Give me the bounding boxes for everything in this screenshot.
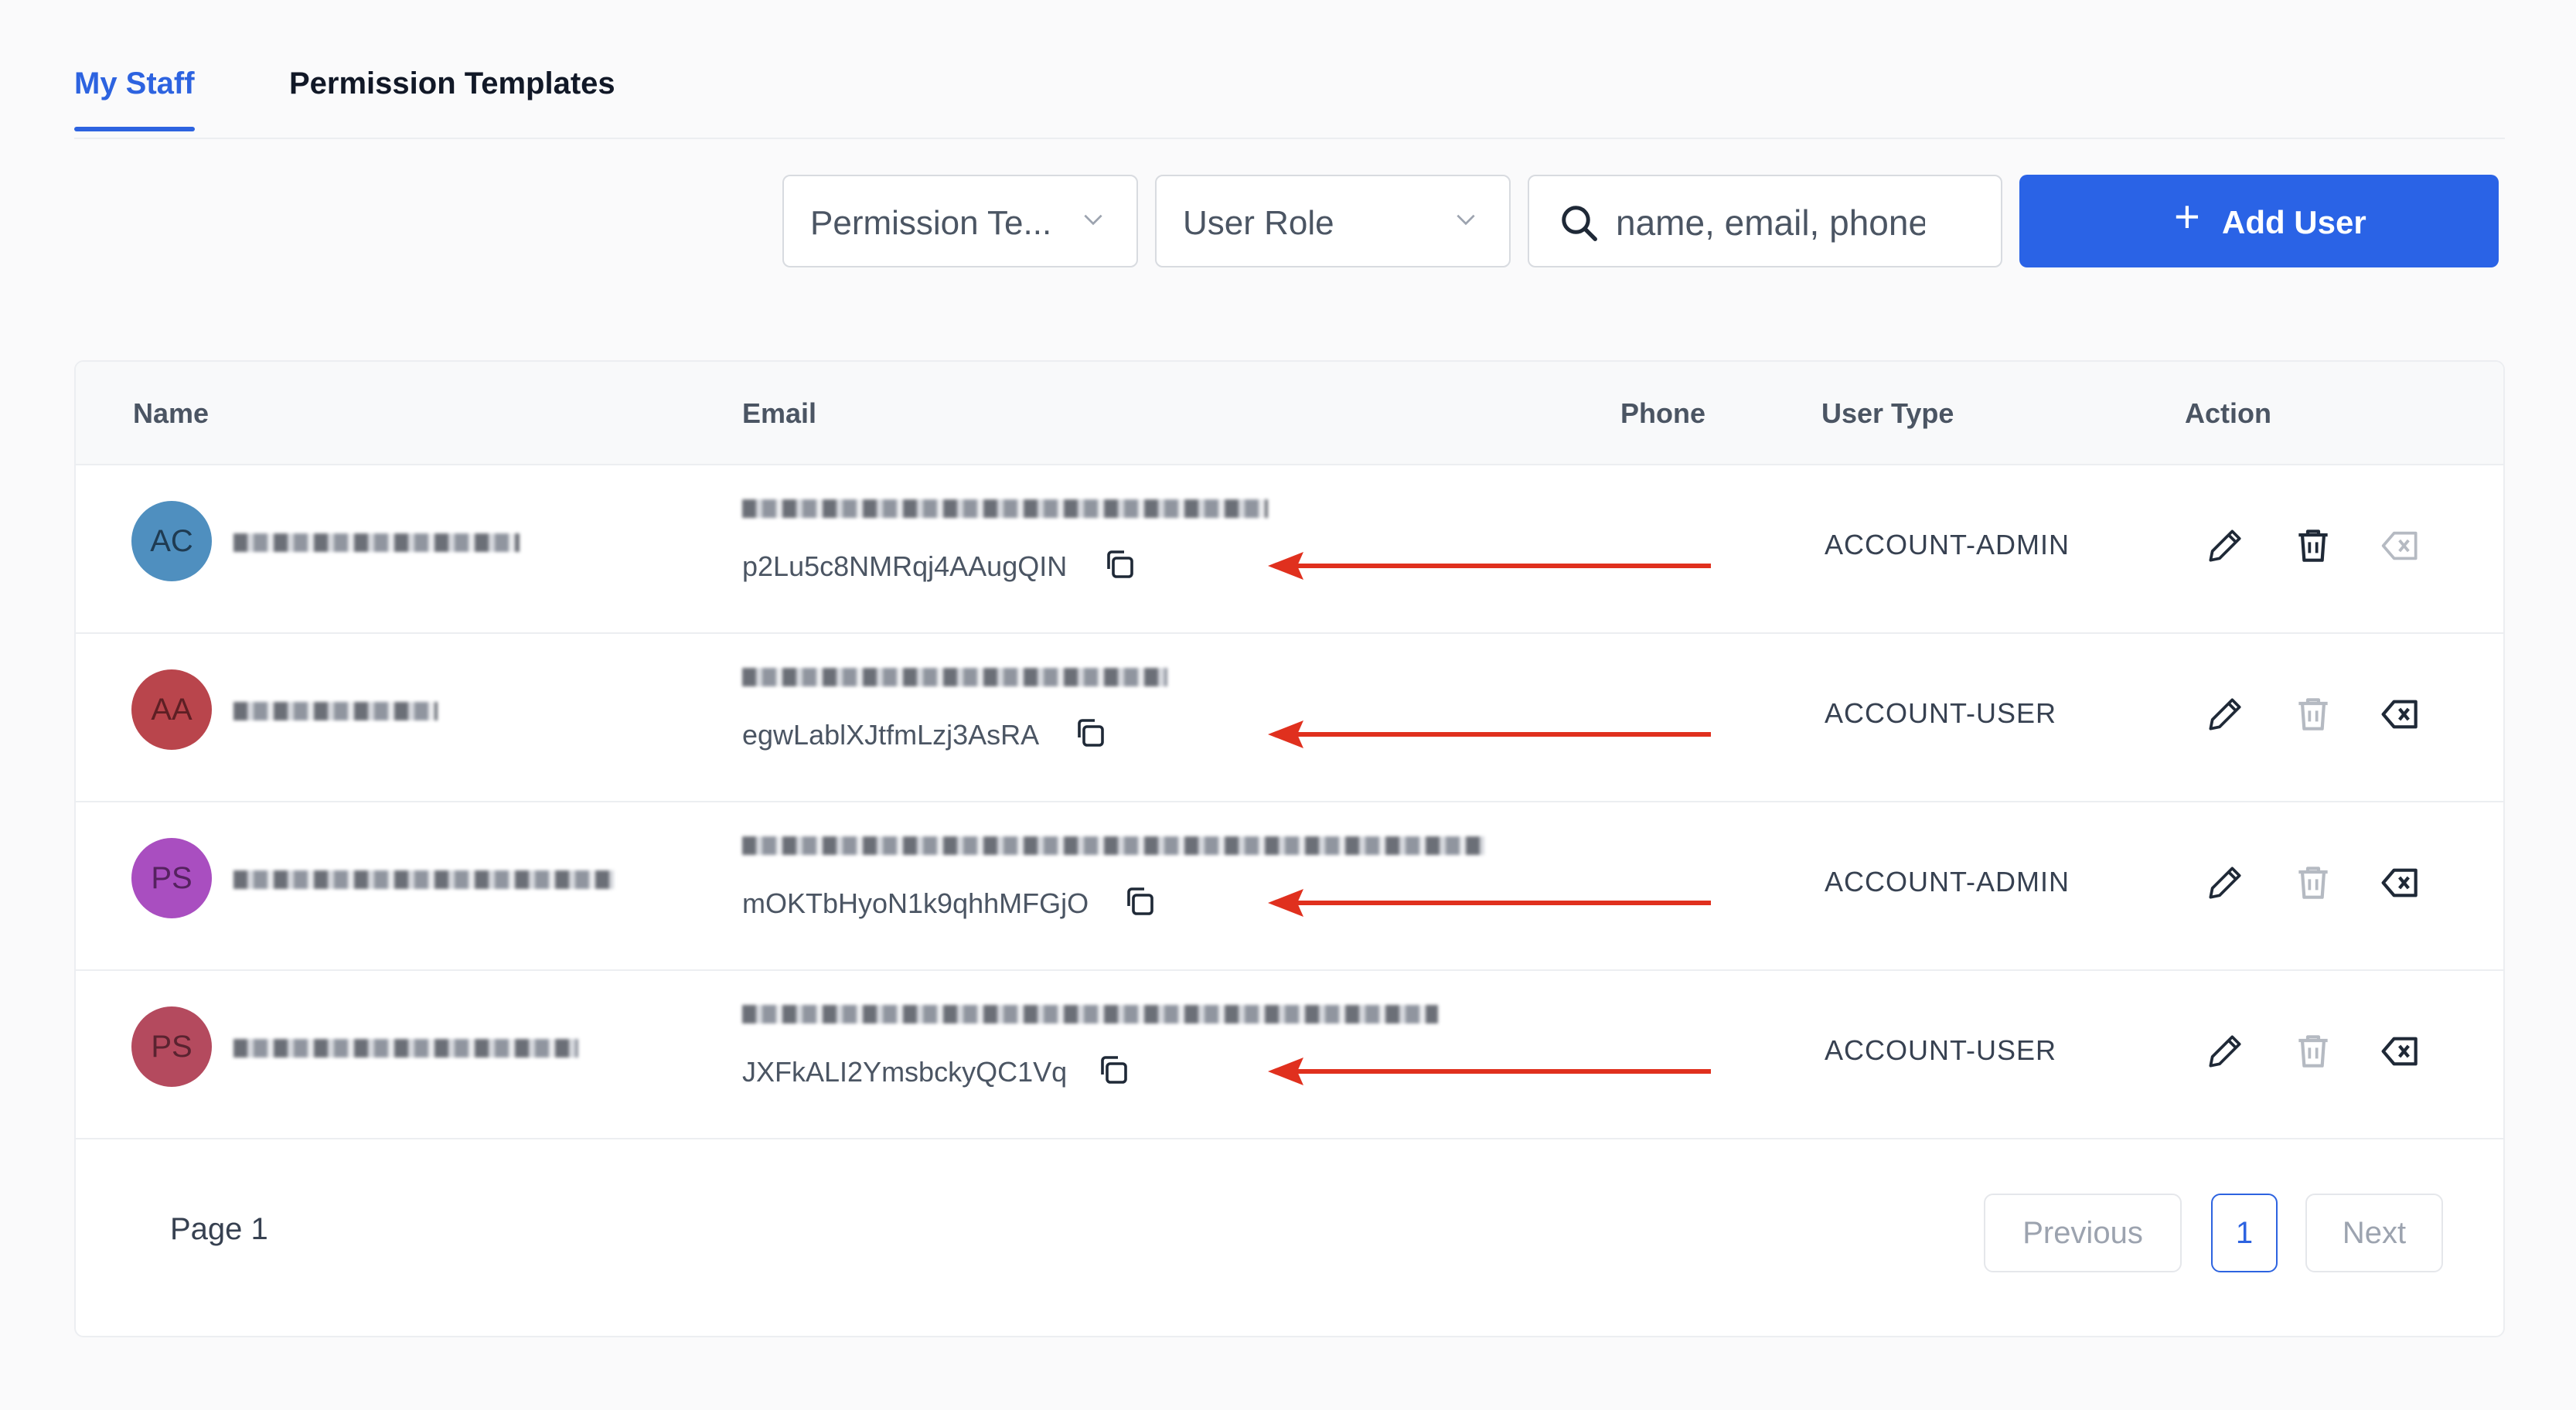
plus-icon: +	[2174, 192, 2200, 242]
search-box[interactable]	[1528, 175, 2002, 267]
chevron-down-icon	[1084, 214, 1102, 226]
edit-icon[interactable]	[2203, 693, 2247, 736]
copy-icon[interactable]	[1121, 883, 1158, 920]
add-user-button[interactable]: + Add User	[2019, 175, 2499, 267]
annotation-arrow	[1268, 720, 1711, 748]
tab-label: My Staff	[74, 66, 195, 100]
edit-icon[interactable]	[2203, 861, 2247, 904]
redacted-name	[233, 702, 438, 720]
annotation-arrow	[1268, 552, 1711, 580]
page-label: Page 1	[170, 1212, 268, 1246]
remove-icon[interactable]	[2380, 524, 2423, 567]
user-secret-key: mOKTbHyoN1k9qhhMFGjO	[742, 887, 1089, 919]
user-type: ACCOUNT-USER	[1825, 1034, 2057, 1066]
active-tab-indicator	[74, 127, 195, 131]
select-value: Permission Te...	[810, 204, 1052, 242]
table-row: AC p2Lu5c8NMRqj4AAugQIN ACCOUNT-ADMIN	[76, 464, 2503, 634]
next-page-button[interactable]: Next	[2305, 1194, 2443, 1272]
search-icon	[1562, 206, 1597, 241]
redacted-email	[742, 499, 1268, 518]
edit-icon[interactable]	[2203, 524, 2247, 567]
copy-icon[interactable]	[1072, 714, 1109, 751]
remove-icon[interactable]	[2380, 1030, 2423, 1073]
user-secret-key: egwLablXJtfmLzj3AsRA	[742, 719, 1040, 751]
previous-page-button[interactable]: Previous	[1984, 1194, 2182, 1272]
avatar: AA	[131, 669, 212, 750]
redacted-name	[233, 1039, 578, 1058]
trash-icon[interactable]	[2291, 524, 2335, 567]
remove-icon[interactable]	[2380, 861, 2423, 904]
trash-icon[interactable]	[2291, 1030, 2335, 1073]
user-type: ACCOUNT-USER	[1825, 697, 2057, 729]
redacted-email	[742, 1005, 1438, 1023]
avatar: AC	[131, 501, 212, 581]
table-row: PS mOKTbHyoN1k9qhhMFGjO ACCOUNT-ADMIN	[76, 801, 2503, 971]
tab-my-staff[interactable]: My Staff	[74, 66, 195, 131]
table-row: AA egwLablXJtfmLzj3AsRA ACCOUNT-USER	[76, 632, 2503, 802]
avatar: PS	[131, 838, 212, 918]
table-header: Name Email Phone User Type Action	[76, 362, 2503, 465]
trash-icon[interactable]	[2291, 861, 2335, 904]
user-secret-key: JXFkALI2YmsbckyQC1Vq	[742, 1056, 1068, 1088]
user-type: ACCOUNT-ADMIN	[1825, 529, 2070, 560]
chevron-down-icon	[1457, 214, 1475, 226]
column-header-email: Email	[742, 397, 817, 429]
column-header-name: Name	[133, 397, 210, 429]
user-secret-key: p2Lu5c8NMRqj4AAugQIN	[742, 550, 1068, 582]
annotation-arrow	[1268, 889, 1711, 917]
copy-icon[interactable]	[1101, 546, 1138, 583]
select-value: User Role	[1183, 204, 1334, 242]
trash-icon[interactable]	[2291, 693, 2335, 736]
redacted-email	[742, 836, 1484, 855]
remove-icon[interactable]	[2380, 693, 2423, 736]
user-type: ACCOUNT-ADMIN	[1825, 866, 2070, 897]
column-header-action: Action	[2185, 397, 2271, 429]
avatar: PS	[131, 1006, 212, 1087]
redacted-name	[233, 533, 520, 552]
column-header-phone: Phone	[1620, 397, 1706, 429]
add-user-label: Add User	[2222, 204, 2366, 240]
copy-icon[interactable]	[1095, 1051, 1132, 1088]
annotation-arrow	[1268, 1058, 1711, 1085]
user-role-select[interactable]: User Role	[1155, 175, 1511, 267]
redacted-email	[742, 668, 1167, 686]
search-input[interactable]	[1614, 195, 1927, 250]
tab-bar: My Staff Permission Templates	[74, 46, 2505, 139]
staff-table: Name Email Phone User Type Action AC p2L…	[74, 360, 2505, 1337]
table-row: PS JXFkALI2YmsbckyQC1Vq ACCOUNT-USER	[76, 969, 2503, 1139]
permission-template-select[interactable]: Permission Te...	[782, 175, 1138, 267]
column-header-user-type: User Type	[1821, 397, 1954, 429]
page-number-button[interactable]: 1	[2211, 1194, 2278, 1272]
edit-icon[interactable]	[2203, 1030, 2247, 1073]
tab-permission-templates[interactable]: Permission Templates	[289, 66, 615, 101]
tab-label: Permission Templates	[289, 66, 615, 100]
redacted-name	[233, 870, 614, 889]
